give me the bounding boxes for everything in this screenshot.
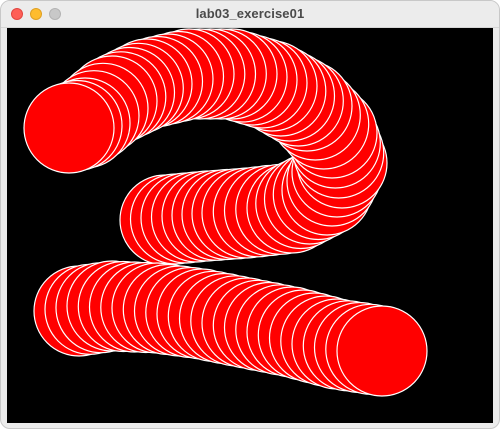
sketch-canvas[interactable] — [7, 28, 493, 423]
bottom-trail-circle — [336, 305, 428, 397]
upper-trail-circle — [23, 82, 115, 174]
window-title: lab03_exercise01 — [195, 6, 305, 21]
circle-trail-drawing — [23, 28, 428, 397]
title-bar[interactable]: lab03_exercise01 — [1, 1, 499, 28]
app-window: lab03_exercise01 — [0, 0, 500, 429]
